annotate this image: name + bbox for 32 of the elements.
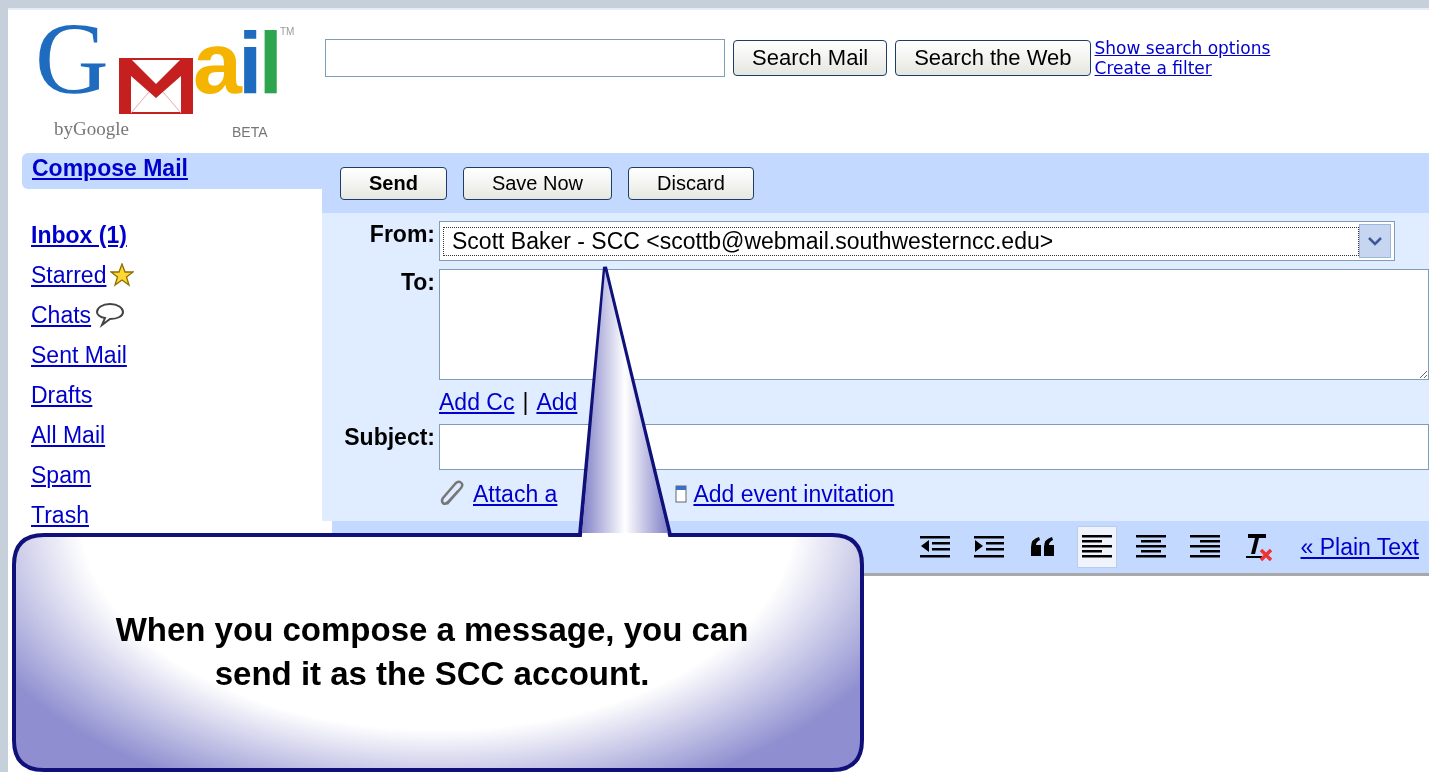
- action-button[interactable]: Discard: [628, 166, 754, 200]
- folder-link[interactable]: Drafts: [31, 381, 93, 409]
- add-event-link[interactable]: Add event invitation: [693, 480, 895, 508]
- logo-wordmark: ail: [193, 12, 279, 114]
- search-button[interactable]: Search Mail: [733, 40, 888, 76]
- folder-link[interactable]: Spam: [31, 461, 92, 489]
- trademark-mark: TM: [280, 26, 295, 37]
- search-link[interactable]: Show search options: [1094, 38, 1271, 58]
- add-cc-link[interactable]: Add Cc: [439, 388, 515, 416]
- compose-mail-link[interactable]: Compose Mail: [22, 153, 322, 189]
- action-button[interactable]: Save Now: [462, 166, 613, 200]
- add-bcc-link[interactable]: Add: [536, 388, 578, 416]
- to-label: To:: [399, 269, 436, 297]
- search-button[interactable]: Search the Web: [895, 40, 1091, 76]
- folder-link[interactable]: Chats: [31, 301, 92, 329]
- beta-label: BETA: [232, 124, 268, 140]
- logo-letter: G: [35, 1, 109, 117]
- subject-label: Subject:: [343, 424, 436, 452]
- folder-link[interactable]: Trash: [31, 501, 89, 529]
- callout-text: When you compose a message, you can send it as the SCC account.: [114, 610, 750, 694]
- from-dropdown[interactable]: Scott Baker - SCC <scottb@webmail.southwesterncc.edu>: [439, 221, 1395, 261]
- search-link[interactable]: Create a filter: [1094, 58, 1271, 78]
- folder-link[interactable]: All Mail: [31, 421, 106, 449]
- plain-text-link[interactable]: « Plain Text: [1300, 533, 1419, 561]
- folder-link[interactable]: Sent Mail: [31, 341, 127, 369]
- from-label: From:: [368, 221, 436, 249]
- action-button[interactable]: Send: [340, 166, 447, 200]
- folder-link[interactable]: Inbox (1): [31, 221, 127, 249]
- attach-file-link[interactable]: Attach a: [473, 480, 558, 508]
- link-separator: |: [522, 388, 529, 416]
- logo-byline: byGoogle: [54, 118, 129, 140]
- folder-link[interactable]: Starred: [31, 261, 107, 289]
